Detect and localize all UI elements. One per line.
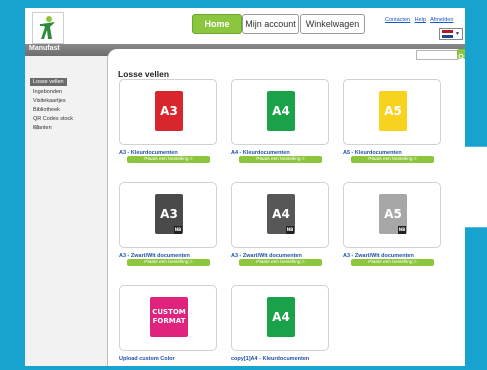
search-icon	[458, 53, 465, 61]
sidebar-item-ingebonden[interactable]: Ingebonden	[33, 89, 62, 95]
nav-home-button[interactable]: Home	[192, 14, 242, 34]
bw-badge: NB	[398, 226, 406, 234]
logout-link[interactable]: Afmelden	[430, 17, 453, 23]
order-button[interactable]: Plaats een bestelling >	[351, 259, 434, 266]
page-title: Losse vellen	[118, 69, 170, 79]
product-thumbnail[interactable]: A5	[343, 79, 441, 145]
product-code: A4	[267, 297, 295, 337]
order-button[interactable]: Plaats een bestelling >	[239, 259, 322, 266]
product-thumbnail[interactable]: A3 NB	[119, 182, 217, 248]
nav-cart-button[interactable]: Winkelwagen	[300, 14, 365, 34]
background-decoration	[465, 0, 487, 366]
help-link[interactable]: Help	[415, 17, 426, 23]
chevron-down-icon: ▼	[455, 31, 460, 37]
product-thumbnail[interactable]: A4	[231, 79, 329, 145]
product-code: A3	[155, 91, 183, 131]
product-thumbnail[interactable]: A3	[119, 79, 217, 145]
sidebar-item-klanten[interactable]: ⊞ Klanten	[33, 125, 52, 131]
product-name[interactable]: copy[1]A4 - Kleurdocumenten	[231, 356, 309, 362]
top-links: Contacten Help Afmelden	[385, 17, 456, 23]
product-thumbnail[interactable]: CUSTOM FORMAT	[119, 285, 217, 351]
product-thumbnail[interactable]: A4 NB	[231, 182, 329, 248]
search-input[interactable]	[416, 50, 458, 60]
order-button[interactable]: Plaats een bestelling >	[351, 156, 434, 163]
search-button[interactable]	[457, 49, 465, 61]
nav-account-button[interactable]: Mijn account	[242, 14, 299, 34]
sidebar-item-qr-codes[interactable]: QR Codes stock	[33, 116, 73, 122]
person-logo-icon	[40, 16, 55, 39]
bottom-strip	[25, 366, 465, 370]
product-thumbnail[interactable]: A5 NB	[343, 182, 441, 248]
contacts-link[interactable]: Contacten	[385, 17, 410, 23]
logo[interactable]	[32, 12, 64, 44]
product-name[interactable]: Upload custom Color	[119, 356, 175, 362]
product-code: CUSTOM FORMAT	[150, 297, 188, 337]
site-name: Manufast	[29, 45, 60, 52]
sidebar-item-losse-vellen[interactable]: Losse vellen	[30, 78, 67, 86]
sidebar: Losse vellen Ingebonden Visitekaartjes B…	[25, 56, 107, 370]
product-code: A5	[379, 91, 407, 131]
product-thumbnail[interactable]: A4	[231, 285, 329, 351]
sidebar-item-visitekaartjes[interactable]: Visitekaartjes	[33, 98, 66, 104]
product-code: A4	[267, 91, 295, 131]
sidebar-item-bibliotheek[interactable]: Bibliotheek	[33, 107, 60, 113]
app-frame: Home Mijn account Winkelwagen Contacten …	[25, 8, 465, 370]
order-button[interactable]: Plaats een bestelling >	[239, 156, 322, 163]
bw-badge: NB	[286, 226, 294, 234]
top-bar: Home Mijn account Winkelwagen Contacten …	[25, 8, 465, 44]
order-button[interactable]: Plaats een bestelling >	[127, 259, 210, 266]
bw-badge: NB	[174, 226, 182, 234]
language-select[interactable]: ▼	[439, 28, 463, 40]
order-button[interactable]: Plaats een bestelling >	[127, 156, 210, 163]
expand-icon: ⊞	[34, 125, 40, 131]
